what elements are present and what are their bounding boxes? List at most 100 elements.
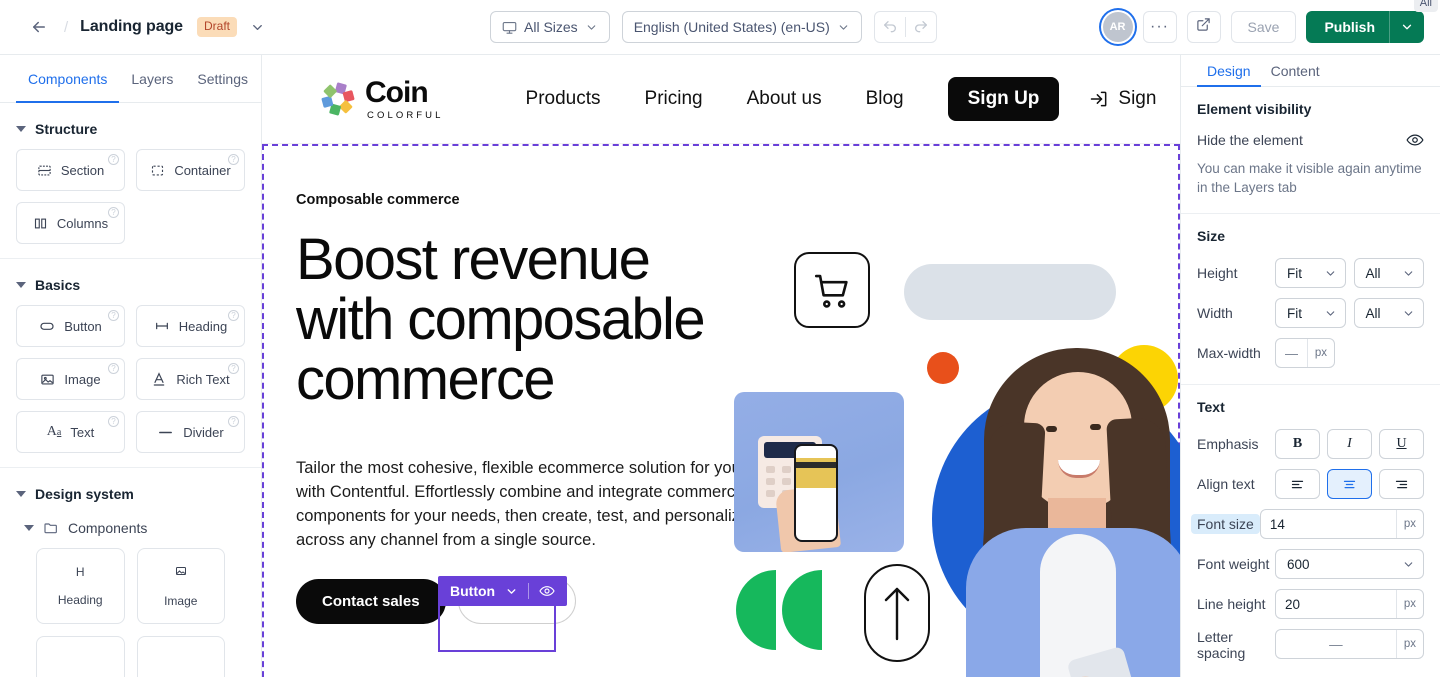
font-size-row: Font size px: [1191, 509, 1424, 539]
question-mark-icon[interactable]: ?: [228, 310, 239, 321]
component-section[interactable]: Section ?: [16, 149, 125, 191]
question-mark-icon[interactable]: ?: [108, 416, 119, 427]
chevron-down-icon: [1402, 558, 1415, 571]
question-mark-icon[interactable]: ?: [108, 310, 119, 321]
publish-button[interactable]: Publish: [1306, 11, 1424, 43]
component-container[interactable]: Container ?: [136, 149, 245, 191]
tab-content[interactable]: Content: [1261, 55, 1330, 86]
ds-card-label: Image: [164, 593, 198, 608]
preview-button[interactable]: [1186, 11, 1221, 43]
nav-link-about-us[interactable]: About us: [747, 88, 822, 110]
left-panel-scroll[interactable]: Structure Section ? Container ? Columns …: [0, 103, 261, 677]
component-text[interactable]: Aa Text ?: [16, 411, 125, 453]
shopping-cart-icon: [794, 252, 870, 328]
height-value-select[interactable]: Fit: [1275, 258, 1346, 288]
nav-link-pricing[interactable]: Pricing: [645, 88, 703, 110]
width-value-select[interactable]: Fit: [1275, 298, 1346, 328]
text-icon: Aa: [46, 424, 62, 439]
component-button[interactable]: Button ?: [16, 305, 125, 347]
max-width-field[interactable]: px: [1275, 338, 1335, 368]
ds-card-partial-a[interactable]: [36, 636, 125, 677]
left-panel-tabs: Components Layers Settings: [0, 55, 261, 103]
chevron-down-icon[interactable]: [1390, 20, 1424, 34]
question-mark-icon[interactable]: ?: [228, 363, 239, 374]
avatar[interactable]: AR: [1102, 12, 1133, 42]
question-mark-icon[interactable]: ?: [108, 207, 119, 218]
letter-spacing-field[interactable]: px: [1275, 629, 1424, 659]
status-badge: Draft: [196, 17, 237, 37]
align-center-icon[interactable]: [1327, 469, 1372, 499]
canvas-viewport[interactable]: Coin COLORFUL Products Pricing About us …: [262, 55, 1180, 677]
selection-badge[interactable]: Button: [438, 576, 568, 606]
ds-card-partial-b[interactable]: [136, 636, 225, 677]
locale-label: English (United States) (en-US): [633, 19, 830, 35]
chevron-down-icon[interactable]: [250, 20, 265, 35]
font-weight-select[interactable]: 600: [1275, 549, 1424, 579]
tab-layers[interactable]: Layers: [119, 55, 185, 102]
breadcrumb-separator: /: [64, 18, 69, 36]
tab-components[interactable]: Components: [16, 55, 120, 103]
chevron-down-icon: [585, 21, 598, 34]
question-mark-icon[interactable]: ?: [228, 154, 239, 165]
heading-icon: [154, 318, 170, 334]
decorative-green-shape: [736, 570, 824, 650]
nav-link-products[interactable]: Products: [526, 88, 601, 110]
app-body: Components Layers Settings Structure Sec…: [0, 55, 1440, 677]
more-options-button[interactable]: ···: [1142, 11, 1177, 43]
contact-sales-button[interactable]: Contact sales: [296, 578, 446, 624]
eye-icon[interactable]: [1406, 131, 1424, 149]
height-scope-value: All: [1365, 265, 1381, 281]
max-width-input[interactable]: [1276, 339, 1307, 367]
letter-spacing-input[interactable]: [1276, 630, 1396, 658]
section-basics-header[interactable]: Basics: [16, 273, 245, 305]
save-button[interactable]: Save: [1230, 11, 1297, 43]
width-scope-select[interactable]: All: [1353, 298, 1424, 328]
component-columns[interactable]: Columns ?: [16, 202, 125, 244]
section-design-system-title: Design system: [35, 486, 134, 502]
locale-select[interactable]: English (United States) (en-US): [621, 11, 862, 43]
hero-heading[interactable]: Boost revenue with composable commerce: [296, 230, 732, 410]
align-right-icon[interactable]: [1379, 469, 1424, 499]
component-label: Heading: [178, 318, 228, 334]
eye-icon[interactable]: [539, 583, 555, 599]
chevron-down-icon: [1402, 307, 1415, 320]
bold-button[interactable]: B: [1275, 429, 1320, 459]
nav-link-blog[interactable]: Blog: [866, 88, 904, 110]
site-signup-button[interactable]: Sign Up: [947, 77, 1060, 121]
component-rich-text[interactable]: Rich Text ?: [136, 358, 245, 400]
site-signin-link[interactable]: Sign: [1089, 88, 1156, 110]
height-scope-select[interactable]: All: [1353, 258, 1424, 288]
undo-icon[interactable]: [875, 12, 905, 42]
align-left-icon[interactable]: [1275, 469, 1320, 499]
font-size-field[interactable]: px: [1259, 509, 1424, 539]
font-size-input[interactable]: [1260, 510, 1396, 538]
component-label: Rich Text: [176, 371, 230, 387]
component-heading[interactable]: Heading ?: [136, 305, 245, 347]
ds-card-image[interactable]: Image: [136, 548, 225, 624]
coin-colorful-logo: [320, 81, 356, 117]
site-signin-label: Sign: [1118, 88, 1157, 109]
line-height-input[interactable]: [1276, 590, 1396, 618]
basics-grid: Button ? Heading ? Image ? Rich Text ? A…: [16, 305, 245, 453]
tab-settings[interactable]: Settings: [185, 55, 260, 102]
question-mark-icon[interactable]: ?: [228, 416, 239, 427]
section-design-system-header[interactable]: Design system: [16, 482, 245, 514]
italic-button[interactable]: I: [1327, 429, 1372, 459]
viewport-size-select[interactable]: All Sizes: [490, 11, 610, 43]
question-mark-icon[interactable]: ?: [108, 154, 119, 165]
chevron-down-icon[interactable]: [505, 585, 518, 598]
tab-design[interactable]: Design: [1197, 55, 1261, 87]
back-arrow-icon[interactable]: [28, 16, 50, 38]
redo-icon[interactable]: [906, 12, 936, 42]
heading-glyph-icon: H: [75, 565, 85, 579]
site-logo[interactable]: Coin COLORFUL: [320, 77, 444, 121]
question-mark-icon[interactable]: ?: [108, 363, 119, 374]
ds-card-heading[interactable]: H Heading: [36, 548, 125, 624]
component-divider[interactable]: Divider ?: [136, 411, 245, 453]
design-system-folder[interactable]: Components: [16, 514, 245, 548]
underline-button[interactable]: U: [1379, 429, 1424, 459]
hero-section: Composable commerce Boost revenue with c…: [262, 146, 1180, 677]
line-height-field[interactable]: px: [1275, 589, 1424, 619]
section-structure-header[interactable]: Structure: [16, 117, 245, 149]
component-image[interactable]: Image ?: [16, 358, 125, 400]
